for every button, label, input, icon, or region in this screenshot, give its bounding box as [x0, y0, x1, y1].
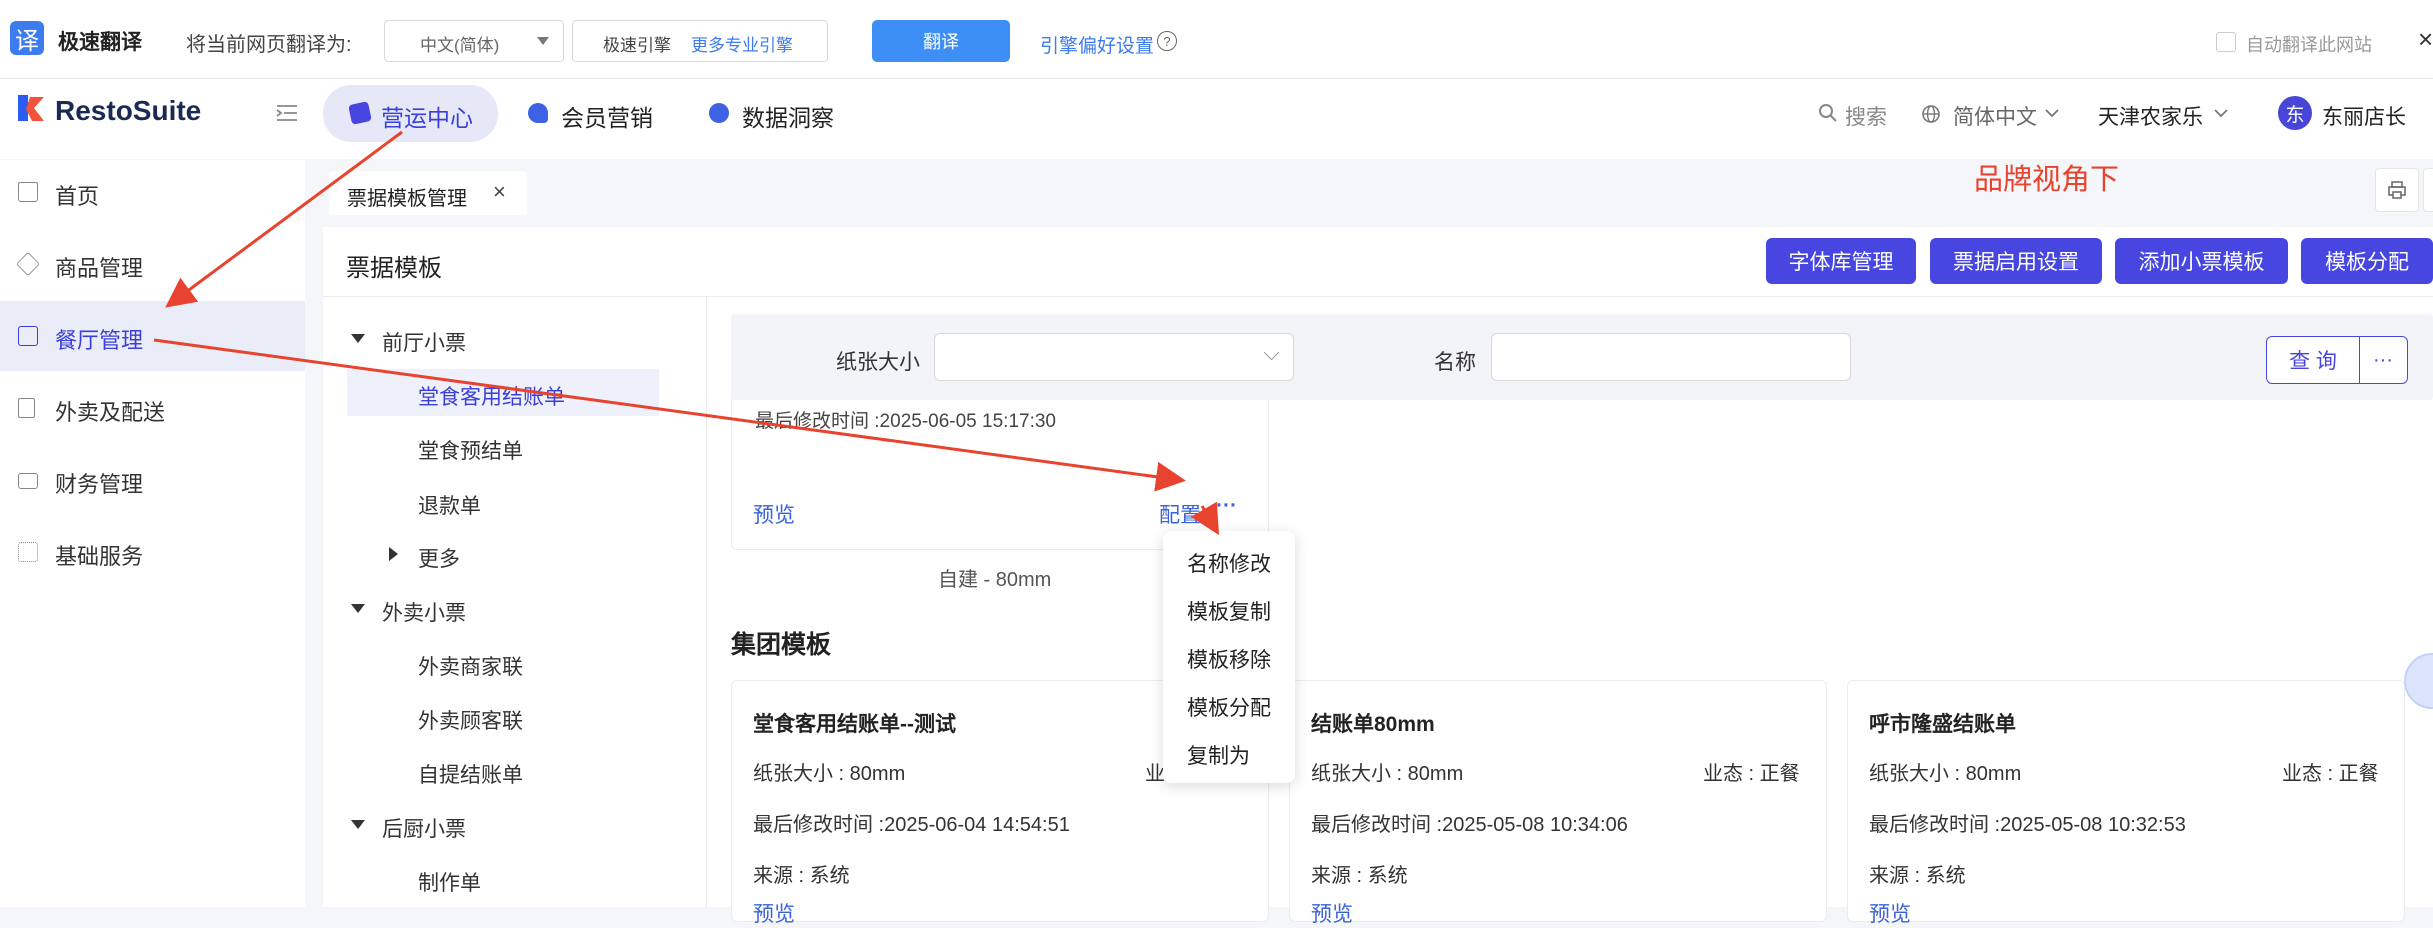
- annotation-arrows: [153, 130, 1220, 536]
- annotation-arrow-nav: [165, 130, 403, 308]
- annotation-arrow-config: [153, 338, 1186, 492]
- annotation-arrow-menu: [1190, 501, 1220, 536]
